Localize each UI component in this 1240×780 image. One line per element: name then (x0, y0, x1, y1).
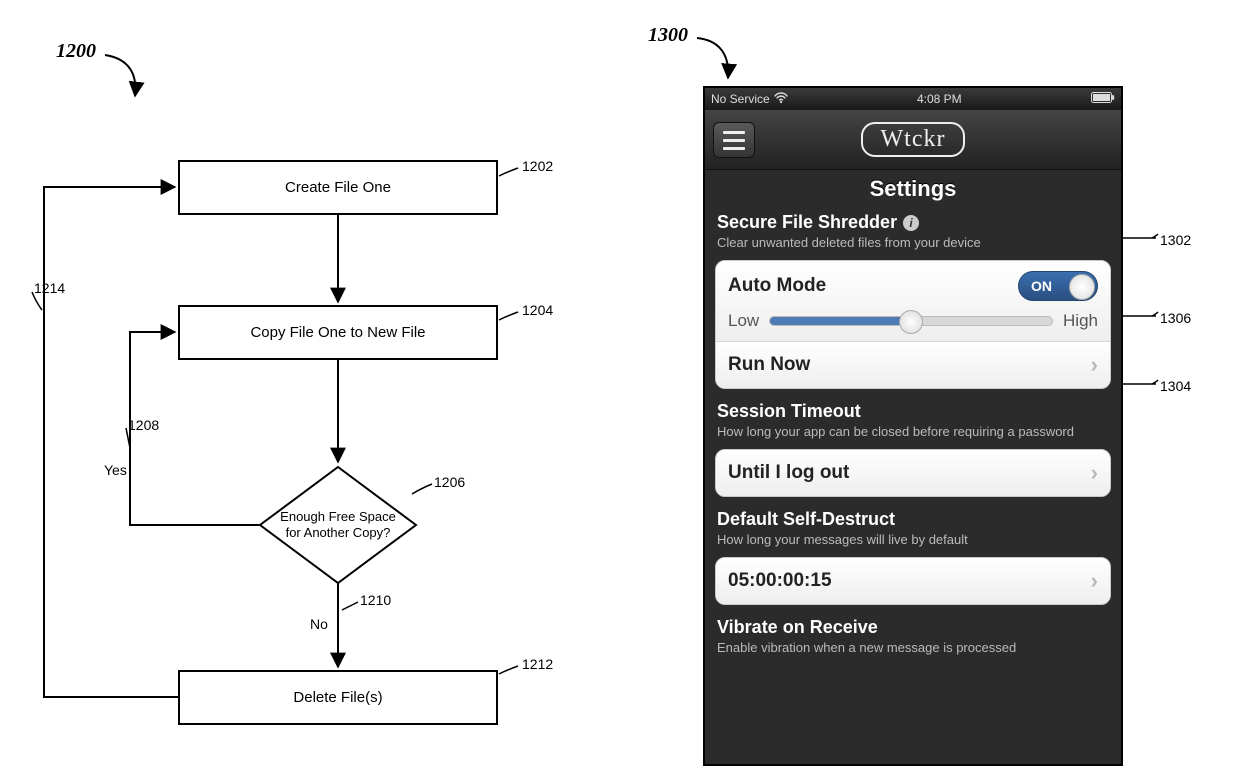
figure-ref-1200: 1200 (56, 40, 96, 63)
figure-ref-1300: 1300 (648, 24, 688, 47)
flow-create-file: Create File One (178, 160, 498, 215)
auto-mode-cell: Auto Mode ON Low High (716, 261, 1110, 342)
session-desc: How long your app can be closed before r… (717, 424, 1109, 439)
figure-ref-1300-text: 1300 (648, 24, 688, 46)
flow-decision-label: Enough Free Space for Another Copy? (258, 465, 418, 585)
flow-copy-file-label: Copy File One to New File (250, 324, 425, 341)
carrier-text: No Service (711, 92, 770, 106)
phone-screenshot: No Service 4:08 PM Wtckr Settings Secure… (703, 86, 1123, 766)
slider-low-label: Low (728, 311, 759, 331)
session-value-cell[interactable]: Until I log out › (716, 450, 1110, 496)
chevron-right-icon: › (1091, 460, 1098, 486)
selfdestruct-title: Default Self-Destruct (717, 509, 895, 530)
vibrate-section-header: Vibrate on Receive Enable vibration when… (705, 611, 1121, 659)
intensity-slider[interactable] (769, 316, 1053, 326)
chevron-right-icon: › (1091, 352, 1098, 378)
ref-1204: 1204 (522, 302, 553, 318)
selfdestruct-section-header: Default Self-Destruct How long your mess… (705, 503, 1121, 551)
flow-delete-files-label: Delete File(s) (293, 689, 382, 706)
flow-decision: Enough Free Space for Another Copy? (258, 465, 418, 585)
session-title: Session Timeout (717, 401, 861, 422)
slider-high-label: High (1063, 311, 1098, 331)
status-bar: No Service 4:08 PM (705, 88, 1121, 110)
app-logo: Wtckr (861, 122, 966, 157)
ref-1302: 1302 (1160, 232, 1191, 248)
selfdestruct-value-cell[interactable]: 05:00:00:15 › (716, 558, 1110, 604)
vibrate-title: Vibrate on Receive (717, 617, 878, 638)
toggle-knob (1069, 274, 1095, 300)
shredder-title: Secure File Shredder (717, 212, 897, 233)
ref-1206: 1206 (434, 474, 465, 490)
page-title: Settings (705, 170, 1121, 206)
run-now-cell[interactable]: Run Now › (716, 342, 1110, 388)
ref-1214: 1214 (34, 280, 65, 296)
selfdestruct-desc: How long your messages will live by defa… (717, 532, 1109, 547)
battery-icon (1091, 92, 1115, 106)
selfdestruct-value: 05:00:00:15 (728, 570, 832, 592)
figure-ref-1200-text: 1200 (56, 40, 96, 62)
auto-mode-label: Auto Mode (728, 275, 826, 297)
shredder-desc: Clear unwanted deleted files from your d… (717, 235, 1109, 250)
ref-1304: 1304 (1160, 378, 1191, 394)
ref-1210: 1210 (360, 592, 391, 608)
label-yes: Yes (104, 462, 127, 478)
flow-create-file-label: Create File One (285, 179, 391, 196)
menu-button[interactable] (713, 122, 755, 158)
run-now-label: Run Now (728, 354, 810, 376)
shredder-section-header: Secure File Shredder i Clear unwanted de… (705, 206, 1121, 254)
wifi-icon (774, 92, 788, 107)
auto-mode-toggle[interactable]: ON (1018, 271, 1098, 301)
session-group: Until I log out › (715, 449, 1111, 497)
chevron-right-icon: › (1091, 568, 1098, 594)
clock-text: 4:08 PM (917, 92, 962, 106)
ref-1208: 1208 (128, 417, 159, 433)
slider-thumb[interactable] (899, 310, 923, 334)
flow-copy-file: Copy File One to New File (178, 305, 498, 360)
ref-1306: 1306 (1160, 310, 1191, 326)
intensity-slider-row: Low High (728, 311, 1098, 331)
session-value: Until I log out (728, 462, 849, 484)
toggle-text: ON (1031, 278, 1052, 294)
vibrate-desc: Enable vibration when a new message is p… (717, 640, 1109, 655)
label-no: No (310, 616, 328, 632)
ref-1212: 1212 (522, 656, 553, 672)
selfdestruct-group: 05:00:00:15 › (715, 557, 1111, 605)
info-icon[interactable]: i (903, 215, 919, 231)
shredder-group: Auto Mode ON Low High Run Now › (715, 260, 1111, 389)
flow-delete-files: Delete File(s) (178, 670, 498, 725)
session-section-header: Session Timeout How long your app can be… (705, 395, 1121, 443)
nav-bar: Wtckr (705, 110, 1121, 170)
ref-1202: 1202 (522, 158, 553, 174)
